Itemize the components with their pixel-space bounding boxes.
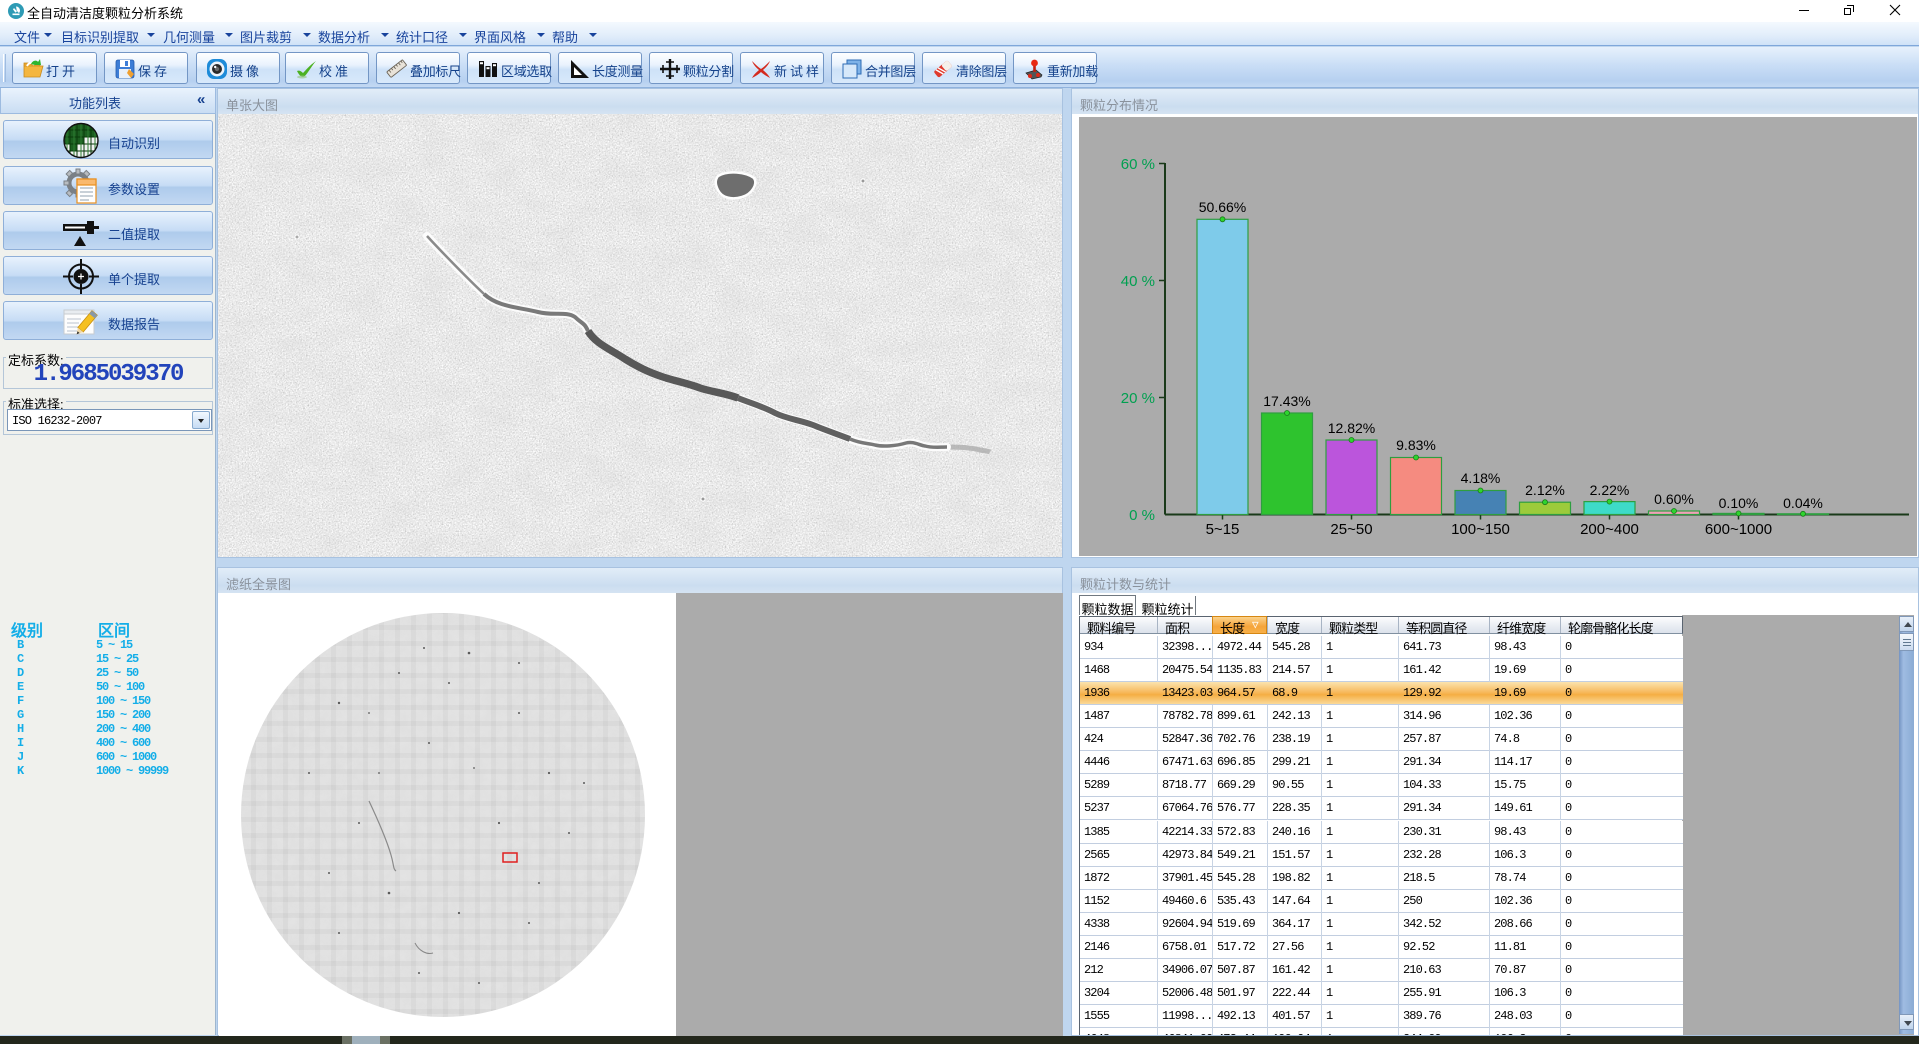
svg-text:100~150: 100~150: [1451, 521, 1510, 538]
svg-text:12.82%: 12.82%: [1328, 420, 1375, 436]
svg-text:0.10%: 0.10%: [1719, 495, 1759, 511]
svg-text:50.66%: 50.66%: [1199, 199, 1246, 215]
svg-text:25~50: 25~50: [1330, 521, 1372, 538]
svg-text:0.04%: 0.04%: [1783, 495, 1823, 511]
svg-text:2.12%: 2.12%: [1525, 482, 1565, 498]
svg-text:0.60%: 0.60%: [1654, 491, 1694, 507]
svg-text:600~1000: 600~1000: [1705, 521, 1772, 538]
svg-text:9.83%: 9.83%: [1396, 437, 1436, 453]
svg-text:0 %: 0 %: [1129, 507, 1155, 524]
svg-text:60 %: 60 %: [1121, 156, 1155, 173]
svg-text:20 %: 20 %: [1121, 390, 1155, 407]
svg-text:200~400: 200~400: [1580, 521, 1639, 538]
svg-text:5~15: 5~15: [1206, 521, 1240, 538]
svg-text:40 %: 40 %: [1121, 273, 1155, 290]
svg-text:2.22%: 2.22%: [1590, 482, 1630, 498]
svg-text:17.43%: 17.43%: [1263, 393, 1310, 409]
svg-text:4.18%: 4.18%: [1461, 470, 1501, 486]
